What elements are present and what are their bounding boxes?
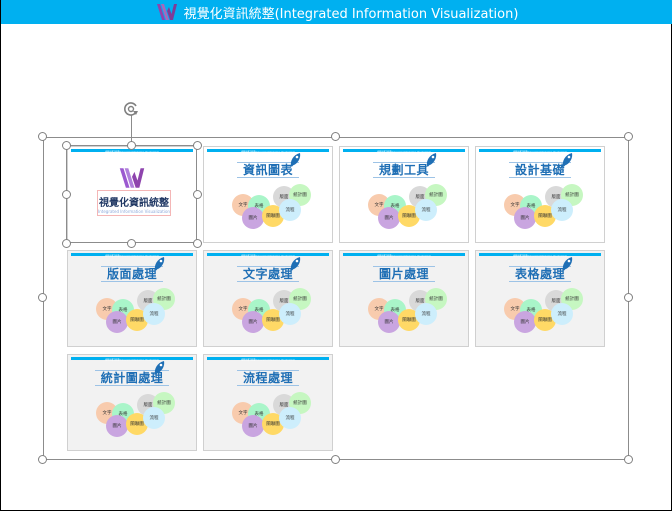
topic-bubble: 流程 [551,199,573,221]
slide-title: 圖片處理 [340,265,468,282]
slide-header-text: 視覺化資訊統整(Integrated Information Visualiza… [240,254,296,258]
slide-header-bar: 視覺化資訊統整(Integrated Information Visualiza… [207,149,329,154]
title-bar: 視覺化資訊統整(Integrated Information Visualiza… [1,0,672,24]
slide-header-text: 視覺化資訊統整(Integrated Information Visualiza… [104,358,160,362]
resize-handle-br[interactable] [624,455,633,464]
slide-header-text: 視覺化資訊統整(Integrated Information Visualiza… [240,150,296,154]
topic-bubble: 圖片 [514,207,536,229]
resize-handle-tr[interactable] [624,132,633,141]
resize-handle-bm[interactable] [331,455,340,464]
topic-bubble: 流程 [279,407,301,429]
slide-title: 設計基礎 [476,161,604,178]
slide-header-bar: 視覺化資訊統整(Integrated Information Visualiza… [343,253,465,258]
rocket-icon [562,257,573,271]
resize-handle-tl[interactable] [38,132,47,141]
slide-header-bar: 視覺化資訊統整(Integrated Information Visualiza… [71,253,193,258]
slide-title: 表格處理 [476,265,604,282]
rocket-icon [154,361,165,375]
slide-header-bar: 視覺化資訊統整(Integrated Information Visualiza… [479,253,601,258]
topic-bubble: 圖片 [242,207,264,229]
slide-header-text: 視覺化資訊統整(Integrated Information Visualiza… [512,150,568,154]
slide-handle-ml[interactable] [62,190,71,199]
resize-handle-bl[interactable] [38,455,47,464]
slide-header-text: 視覺化資訊統整(Integrated Information Visualiza… [376,150,432,154]
slide-header-text: 視覺化資訊統整(Integrated Information Visualiza… [376,254,432,258]
slide-thumbnail-7[interactable]: 視覺化資訊統整(Integrated Information Visualiza… [339,250,469,347]
cover-logo-icon [119,168,145,188]
slide-title: 規劃工具 [340,161,468,178]
rocket-icon [154,257,165,271]
rocket-icon [290,153,301,167]
slide-title: 統計圖處理 [68,369,196,386]
slide-header-text: 視覺化資訊統整(Integrated Information Visualiza… [512,254,568,258]
slide-header-bar: 視覺化資訊統整(Integrated Information Visualiza… [343,149,465,154]
topic-bubble: 流程 [279,199,301,221]
resize-handle-ml[interactable] [38,293,47,302]
rotate-icon[interactable] [122,100,140,118]
slide-thumbnail-1[interactable]: 視覺化資訊統整(Integrated Information Visualiza… [67,146,197,243]
topic-bubble: 圖片 [378,207,400,229]
topic-bubble: 圖片 [514,311,536,333]
slide-handle-mr[interactable] [193,190,202,199]
resize-handle-tm[interactable] [331,132,340,141]
slide-handle-tr[interactable] [193,141,202,150]
slide-header-text: 視覺化資訊統整(Integrated Information Visualiza… [240,358,296,362]
slide-header-bar: 視覺化資訊統整(Integrated Information Visualiza… [479,149,601,154]
slide-handle-bl[interactable] [62,239,71,248]
app-logo-icon [156,4,177,20]
topic-bubble: 流程 [279,303,301,325]
slide-title: 流程處理 [204,369,332,386]
cover-subtitle: Integrated Information Visualization [98,209,170,214]
topic-bubble: 流程 [415,303,437,325]
topic-bubble: 流程 [551,303,573,325]
cover-title-box: 視覺化資訊統整 Integrated Information Visualiza… [97,190,171,216]
topic-bubble: 流程 [415,199,437,221]
slide-header-bar: 視覺化資訊統整(Integrated Information Visualiza… [207,357,329,362]
topic-bubble: 圖片 [242,311,264,333]
topic-bubble: 圖片 [242,415,264,437]
cover-title: 視覺化資訊統整 [99,198,169,209]
slide-header-bar: 視覺化資訊統整(Integrated Information Visualiza… [207,253,329,258]
slide-handle-tl[interactable] [62,141,71,150]
slide-title-text: 流程處理 [236,370,299,386]
slide-title: 版面處理 [68,265,196,282]
slide-thumbnail-8[interactable]: 視覺化資訊統整(Integrated Information Visualiza… [475,250,605,347]
window-title: 視覺化資訊統整(Integrated Information Visualiza… [183,6,519,22]
slide-thumbnail-6[interactable]: 視覺化資訊統整(Integrated Information Visualiza… [203,250,333,347]
topic-bubble: 流程 [143,407,165,429]
resize-handle-mr[interactable] [624,293,633,302]
rocket-icon [562,153,573,167]
slide-title: 資訊圖表 [204,161,332,178]
slide-thumbnail-10[interactable]: 視覺化資訊統整(Integrated Information Visualiza… [203,354,333,451]
slide-header-text: 視覺化資訊統整(Integrated Information Visualiza… [104,254,160,258]
slide-title-text: 圖片處理 [372,266,435,282]
slide-title: 文字處理 [204,265,332,282]
slide-handle-tm[interactable] [127,141,136,150]
topic-bubble: 圖片 [106,415,128,437]
slide-thumbnail-3[interactable]: 視覺化資訊統整(Integrated Information Visualiza… [339,146,469,243]
topic-bubble: 流程 [143,303,165,325]
slide-handle-bm[interactable] [127,239,136,248]
slide-thumbnail-2[interactable]: 視覺化資訊統整(Integrated Information Visualiza… [203,146,333,243]
slide-thumbnail-9[interactable]: 視覺化資訊統整(Integrated Information Visualiza… [67,354,197,451]
slide-header-bar: 視覺化資訊統整(Integrated Information Visualiza… [71,357,193,362]
slide-thumbnail-4[interactable]: 視覺化資訊統整(Integrated Information Visualiza… [475,146,605,243]
slide-handle-br[interactable] [193,239,202,248]
slide-header-text: 視覺化資訊統整(Integrated Information Visualiza… [104,150,160,154]
topic-bubble: 圖片 [378,311,400,333]
slide-thumbnail-5[interactable]: 視覺化資訊統整(Integrated Information Visualiza… [67,250,197,347]
topic-bubble: 圖片 [106,311,128,333]
rocket-icon [290,257,301,271]
rocket-icon [426,153,437,167]
